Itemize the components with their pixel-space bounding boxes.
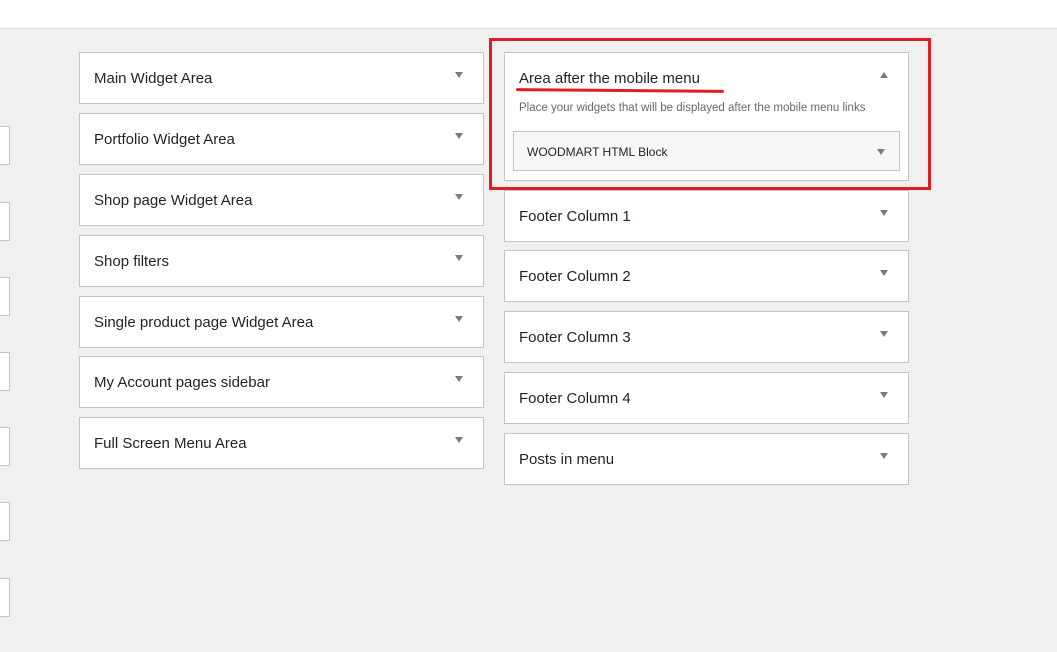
sidebar-title[interactable]: My Account pages sidebar	[94, 374, 270, 392]
sidebar-full-screen-menu-area[interactable]: Full Screen Menu Area	[79, 417, 484, 469]
sidebar-title[interactable]: Shop page Widget Area	[94, 192, 252, 210]
sidebar-footer-column-2[interactable]: Footer Column 2	[504, 250, 909, 302]
chevron-down-icon[interactable]	[880, 270, 888, 276]
sidebar-single-product-widget-area[interactable]: Single product page Widget Area	[79, 296, 484, 348]
chevron-down-icon[interactable]	[455, 255, 463, 261]
chevron-down-icon[interactable]	[455, 194, 463, 200]
sidebar-title[interactable]: Footer Column 3	[519, 329, 631, 347]
sidebar-footer-column-3[interactable]: Footer Column 3	[504, 311, 909, 363]
sidebar-shop-page-widget-area[interactable]: Shop page Widget Area	[79, 174, 484, 226]
chevron-down-icon[interactable]	[455, 376, 463, 382]
available-widget-stub[interactable]	[0, 502, 10, 541]
sidebar-title[interactable]: Footer Column 4	[519, 390, 631, 408]
sidebar-title[interactable]: Footer Column 1	[519, 208, 631, 226]
sidebar-footer-column-4[interactable]: Footer Column 4	[504, 372, 909, 424]
available-widget-stub[interactable]	[0, 202, 10, 241]
sidebar-shop-filters[interactable]: Shop filters	[79, 235, 484, 287]
sidebar-title[interactable]: Footer Column 2	[519, 268, 631, 286]
sidebar-title[interactable]: Portfolio Widget Area	[94, 131, 235, 149]
annotation-highlight-box	[489, 38, 931, 190]
chevron-down-icon[interactable]	[880, 453, 888, 459]
chevron-down-icon[interactable]	[880, 210, 888, 216]
sidebar-main-widget-area[interactable]: Main Widget Area	[79, 52, 484, 104]
available-widget-stub[interactable]	[0, 578, 10, 617]
sidebar-portfolio-widget-area[interactable]: Portfolio Widget Area	[79, 113, 484, 165]
sidebar-title[interactable]: Full Screen Menu Area	[94, 435, 247, 453]
sidebar-title[interactable]: Posts in menu	[519, 451, 614, 469]
available-widget-stub[interactable]	[0, 126, 10, 165]
available-widget-stub[interactable]	[0, 352, 10, 391]
sidebar-footer-column-1[interactable]: Footer Column 1	[504, 190, 909, 242]
available-widget-stub[interactable]	[0, 427, 10, 466]
chevron-down-icon[interactable]	[455, 437, 463, 443]
available-widget-stub[interactable]	[0, 277, 10, 316]
sidebar-my-account-pages[interactable]: My Account pages sidebar	[79, 356, 484, 408]
chevron-down-icon[interactable]	[455, 316, 463, 322]
sidebar-posts-in-menu[interactable]: Posts in menu	[504, 433, 909, 485]
chevron-down-icon[interactable]	[880, 331, 888, 337]
sidebar-title[interactable]: Single product page Widget Area	[94, 314, 313, 332]
sidebar-title[interactable]: Shop filters	[94, 253, 169, 271]
sidebar-title[interactable]: Main Widget Area	[94, 70, 212, 88]
chevron-down-icon[interactable]	[455, 72, 463, 78]
chevron-down-icon[interactable]	[880, 392, 888, 398]
chevron-down-icon[interactable]	[455, 133, 463, 139]
admin-top-bar	[0, 0, 1057, 29]
